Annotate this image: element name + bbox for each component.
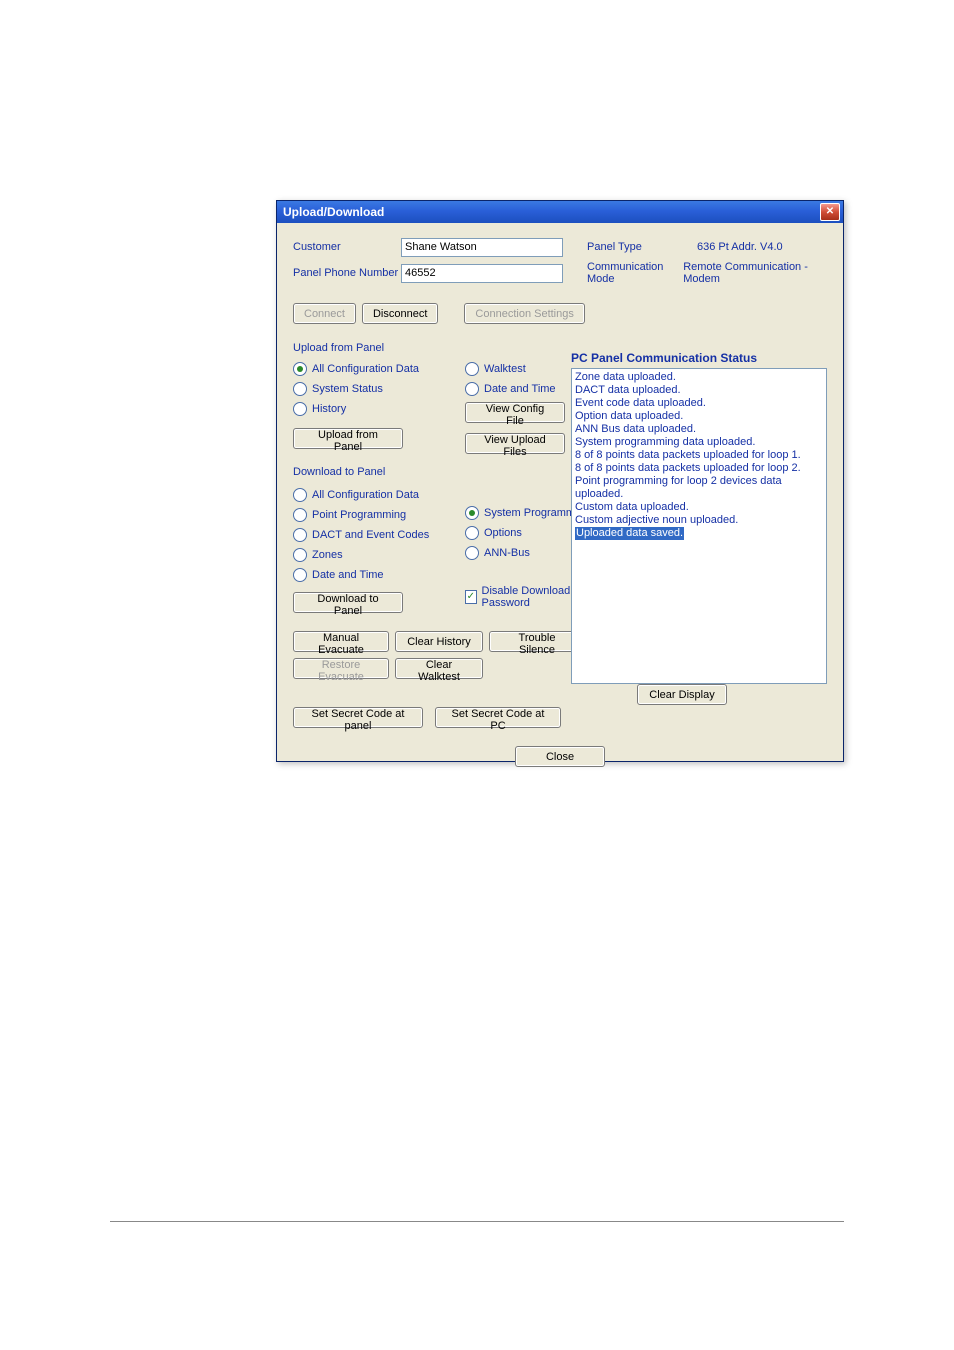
status-line: System programming data uploaded. xyxy=(575,436,823,449)
comm-mode-label: Communication Mode xyxy=(587,261,683,285)
clear-walktest-button[interactable]: Clear Walktest xyxy=(395,658,483,679)
close-button[interactable]: Close xyxy=(515,746,605,767)
view-config-file-button[interactable]: View Config File xyxy=(465,402,565,423)
radio-icon xyxy=(465,382,479,396)
download-option-date-time[interactable]: Date and Time xyxy=(293,566,465,584)
radio-icon xyxy=(293,508,307,522)
status-line: Custom adjective noun uploaded. xyxy=(575,514,823,527)
comm-status-title: PC Panel Communication Status xyxy=(571,351,827,365)
radio-icon xyxy=(293,528,307,542)
phone-label: Panel Phone Number xyxy=(293,267,401,279)
radio-icon xyxy=(293,362,307,376)
radio-icon xyxy=(293,382,307,396)
connect-button: Connect xyxy=(293,303,356,324)
status-line: 8 of 8 points data packets uploaded for … xyxy=(575,449,823,462)
upload-option-history[interactable]: History xyxy=(293,400,465,418)
upload-option-system-status[interactable]: System Status xyxy=(293,380,465,398)
comm-status-listbox[interactable]: Zone data uploaded. DACT data uploaded. … xyxy=(571,368,827,684)
upload-option-all-config[interactable]: All Configuration Data xyxy=(293,360,465,378)
upload-option-date-time[interactable]: Date and Time xyxy=(465,380,573,398)
download-option-dact[interactable]: DACT and Event Codes xyxy=(293,526,465,544)
radio-icon xyxy=(293,568,307,582)
status-line: DACT data uploaded. xyxy=(575,384,823,397)
customer-label: Customer xyxy=(293,241,401,253)
checkbox-icon: ✓ xyxy=(465,590,477,604)
status-line: Event code data uploaded. xyxy=(575,397,823,410)
status-line: Option data uploaded. xyxy=(575,410,823,423)
view-upload-files-button[interactable]: View Upload Files xyxy=(465,433,565,454)
panel-type-label: Panel Type xyxy=(587,241,697,253)
download-to-panel-button[interactable]: Download to Panel xyxy=(293,592,403,613)
status-line: 8 of 8 points data packets uploaded for … xyxy=(575,462,823,475)
disconnect-button[interactable]: Disconnect xyxy=(362,303,438,324)
restore-evacuate-button: Restore Evacuate xyxy=(293,658,389,679)
set-secret-code-panel-button[interactable]: Set Secret Code at panel xyxy=(293,707,423,728)
manual-evacuate-button[interactable]: Manual Evacuate xyxy=(293,631,389,652)
customer-input[interactable] xyxy=(401,238,563,257)
radio-icon xyxy=(465,546,479,560)
set-secret-code-pc-button[interactable]: Set Secret Code at PC xyxy=(435,707,561,728)
radio-icon xyxy=(465,362,479,376)
download-option-all-config[interactable]: All Configuration Data xyxy=(293,486,465,504)
connection-settings-button: Connection Settings xyxy=(464,303,584,324)
status-line: Point programming for loop 2 devices dat… xyxy=(575,475,823,501)
window-title: Upload/Download xyxy=(283,205,384,219)
upload-from-panel-button[interactable]: Upload from Panel xyxy=(293,428,403,449)
radio-icon xyxy=(293,488,307,502)
status-line: Custom data uploaded. xyxy=(575,501,823,514)
radio-icon xyxy=(293,548,307,562)
radio-icon xyxy=(293,402,307,416)
download-option-point-programming[interactable]: Point Programming xyxy=(293,506,465,524)
clear-display-button[interactable]: Clear Display xyxy=(637,684,727,705)
footer-divider xyxy=(110,1221,844,1222)
phone-input[interactable] xyxy=(401,264,563,283)
clear-history-button[interactable]: Clear History xyxy=(395,631,483,652)
comm-status-panel: PC Panel Communication Status Zone data … xyxy=(571,351,827,684)
upload-download-dialog: Upload/Download ✕ Customer Panel Phone N… xyxy=(276,200,844,762)
radio-icon xyxy=(465,506,479,520)
radio-icon xyxy=(465,526,479,540)
upload-option-walktest[interactable]: Walktest xyxy=(465,360,573,378)
status-line: Zone data uploaded. xyxy=(575,371,823,384)
close-icon[interactable]: ✕ xyxy=(820,203,840,221)
status-line-selected: Uploaded data saved. xyxy=(575,527,684,540)
comm-mode-value: Remote Communication - Modem xyxy=(683,261,827,285)
download-option-zones[interactable]: Zones xyxy=(293,546,465,564)
panel-type-value: 636 Pt Addr. V4.0 xyxy=(697,241,783,253)
status-line: ANN Bus data uploaded. xyxy=(575,423,823,436)
titlebar: Upload/Download ✕ xyxy=(277,201,843,223)
